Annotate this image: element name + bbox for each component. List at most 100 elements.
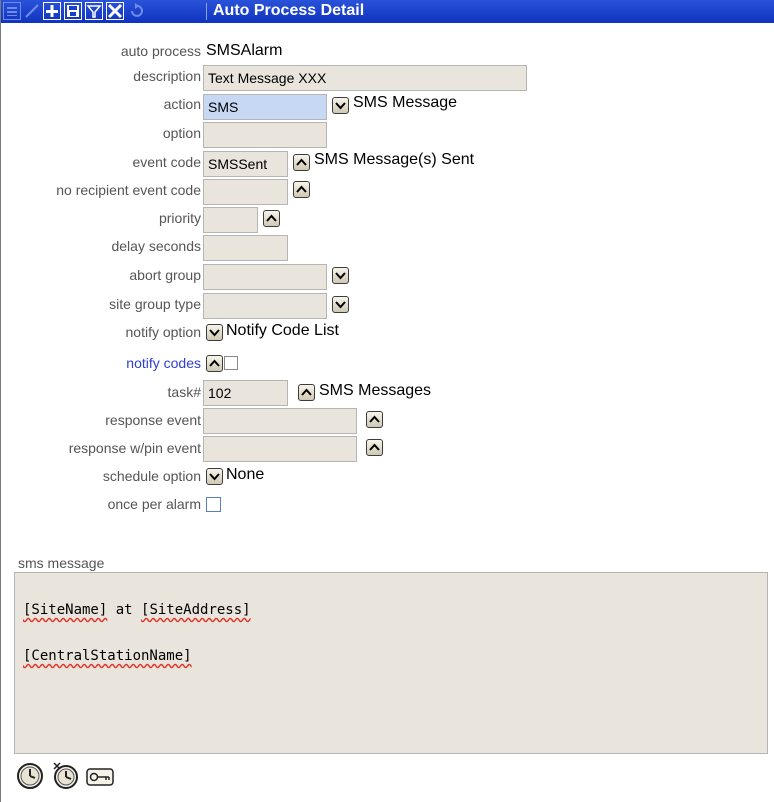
schedule-option-label: schedule option (102, 468, 201, 484)
schedule-option-dropdown-button[interactable] (206, 468, 223, 485)
action-row: action (1, 94, 201, 118)
site-group-type-row: site group type (1, 294, 201, 318)
site-name-token: [SiteName] (23, 602, 108, 618)
sms-message-textarea[interactable]: [SiteName] at [SiteAddress] [CentralStat… (14, 572, 768, 754)
notify-option-dropdown-button[interactable] (206, 324, 223, 341)
sms-line-1: [SiteName] at [SiteAddress] (23, 600, 767, 620)
chevron-down-icon (209, 473, 220, 481)
delay-seconds-row: delay seconds (1, 236, 201, 260)
priority-lookup-button[interactable] (263, 210, 280, 227)
response-event-field[interactable] (203, 408, 357, 434)
chevron-up-icon (296, 185, 307, 193)
chevron-up-icon (369, 415, 380, 423)
option-row: option (1, 123, 201, 147)
clock-icon[interactable] (16, 762, 44, 790)
notify-codes-lookup-button[interactable] (206, 355, 223, 372)
sms-line-1-mid: at (107, 602, 142, 618)
action-dropdown-button[interactable] (332, 97, 349, 114)
schedule-option-text: None (226, 466, 265, 483)
save-icon[interactable] (64, 2, 82, 20)
chevron-up-icon (296, 158, 307, 166)
task-row: task# (1, 382, 201, 406)
window-title: Auto Process Detail (213, 2, 365, 19)
delay-seconds-field[interactable] (203, 235, 288, 261)
once-per-alarm-label: once per alarm (107, 496, 201, 512)
action-text: SMS Message (353, 94, 458, 111)
chevron-down-icon (335, 301, 346, 309)
no-recipient-event-code-lookup-button[interactable] (293, 181, 310, 198)
auto-process-value: SMSAlarm (206, 42, 283, 59)
sms-message-label: sms message (18, 555, 105, 571)
task-text: SMS Messages (319, 382, 432, 399)
filter-icon[interactable] (85, 2, 103, 20)
abort-group-row: abort group (1, 265, 201, 289)
title-bar: Auto Process Detail (1, 0, 774, 23)
title-separator (206, 3, 207, 20)
chevron-down-icon (335, 272, 346, 280)
site-group-type-field[interactable] (203, 293, 327, 319)
task-field[interactable]: 102 (203, 380, 288, 406)
chevron-up-icon (369, 443, 380, 451)
site-address-token: [SiteAddress] (141, 602, 251, 618)
description-label: description (133, 68, 201, 84)
notify-option-text: Notify Code List (226, 322, 339, 339)
delay-seconds-label: delay seconds (111, 238, 201, 254)
event-code-field[interactable]: SMSSent (203, 151, 288, 177)
once-per-alarm-checkbox[interactable] (206, 497, 221, 512)
priority-row: priority (1, 208, 201, 232)
schedule-option-row: schedule option (1, 466, 201, 490)
close-icon[interactable] (106, 2, 124, 20)
chevron-up-icon (301, 388, 312, 396)
no-recipient-event-code-label: no recipient event code (56, 182, 201, 198)
response-pin-event-field[interactable] (203, 436, 357, 462)
chevron-down-icon (209, 329, 220, 337)
action-label: action (163, 96, 201, 112)
no-recipient-event-code-row: no recipient event code (1, 180, 201, 204)
notify-codes-row: notify codes (1, 353, 201, 377)
description-row: description (1, 66, 201, 90)
notify-codes-label[interactable]: notify codes (126, 353, 201, 373)
clock-reset-icon[interactable] (51, 762, 79, 790)
task-lookup-button[interactable] (298, 384, 315, 401)
response-pin-event-row: response w/pin event (1, 438, 201, 462)
no-recipient-event-code-field[interactable] (203, 179, 288, 205)
abort-group-label: abort group (129, 267, 201, 283)
menu-icon[interactable] (3, 2, 21, 20)
chevron-up-icon (266, 214, 277, 222)
once-per-alarm-row: once per alarm (1, 494, 201, 518)
event-code-lookup-button[interactable] (293, 154, 310, 171)
description-field[interactable]: Text Message XXX (203, 65, 527, 91)
task-label: task# (167, 384, 201, 400)
central-station-name-token: [CentralStationName] (23, 648, 192, 664)
key-icon[interactable] (86, 762, 114, 790)
notify-option-row: notify option (1, 322, 202, 346)
auto-process-label: auto process (120, 43, 201, 59)
response-event-row: response event (1, 410, 201, 434)
auto-process-row: auto process (1, 41, 201, 65)
response-pin-event-lookup-button[interactable] (366, 439, 383, 456)
event-code-label: event code (132, 154, 202, 170)
response-event-label: response event (105, 412, 201, 428)
option-field[interactable] (203, 122, 327, 148)
refresh-icon[interactable] (127, 2, 145, 20)
auto-process-window: Auto Process Detail auto process SMSAlar… (0, 0, 774, 802)
event-code-row: event code (1, 152, 202, 176)
notify-codes-checkbox[interactable] (224, 356, 238, 370)
edit-icon[interactable] (23, 2, 41, 20)
site-group-type-label: site group type (109, 296, 201, 312)
abort-group-field[interactable] (203, 264, 327, 290)
chevron-down-icon (335, 102, 346, 110)
event-code-text: SMS Message(s) Sent (314, 151, 475, 168)
option-label: option (162, 125, 201, 141)
priority-field[interactable] (203, 207, 258, 233)
site-group-type-dropdown-button[interactable] (332, 296, 349, 313)
response-pin-event-label: response w/pin event (68, 440, 201, 456)
sms-line-2: [CentralStationName] (23, 646, 767, 666)
action-field[interactable]: SMS (203, 94, 327, 120)
abort-group-dropdown-button[interactable] (332, 267, 349, 284)
notify-option-label: notify option (125, 324, 202, 340)
sms-blank-line (23, 620, 767, 646)
chevron-up-icon (209, 359, 220, 367)
response-event-lookup-button[interactable] (366, 411, 383, 428)
add-icon[interactable] (43, 2, 61, 20)
